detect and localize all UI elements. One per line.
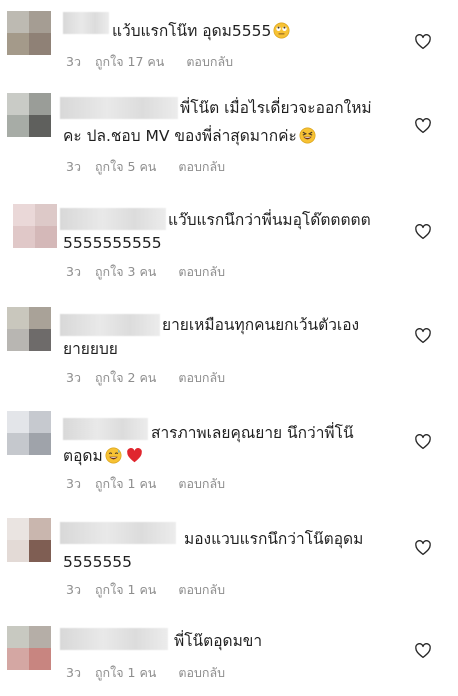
comment-line-1: พี่โน๊ตอุดมขา (174, 632, 263, 650)
heart-icon[interactable] (414, 539, 432, 557)
avatar[interactable] (13, 204, 57, 248)
comment-text: สารภาพเลยคุณยาย นึกว่าพี่โน๊ (151, 421, 354, 445)
likes-count[interactable]: ถูกใจ 1 คน (95, 582, 156, 597)
comment-line-1: ยายเหมือนทุกคนยกเว้นตัวเอง (162, 316, 360, 334)
username-blurred[interactable] (63, 12, 109, 34)
likes-count[interactable]: ถูกใจ 1 คน (95, 665, 156, 680)
comment-meta: 3ว ถูกใจ 17 คน ตอบกลับ (66, 52, 233, 72)
heart-icon[interactable] (414, 33, 432, 51)
comment-line-2: คะ ปล.ชอบ MV ของพี่ล่าสุดมากค่ะ (63, 127, 297, 145)
username-blurred[interactable] (60, 522, 176, 544)
comment-meta: 3ว ถูกใจ 2 คน ตอบกลับ (66, 368, 225, 388)
avatar[interactable] (7, 411, 51, 455)
likes-count[interactable]: ถูกใจ 2 คน (95, 370, 156, 385)
comment-line-2: 5555555 (63, 553, 133, 571)
comment-text: ยายเหมือนทุกคนยกเว้นตัวเอง (162, 313, 359, 337)
comment-meta: 3ว ถูกใจ 1 คน ตอบกลับ (66, 580, 225, 600)
heart-icon[interactable] (414, 327, 432, 345)
comment-time: 3ว (66, 665, 81, 680)
reply-button[interactable]: ตอบกลับ (178, 159, 225, 174)
grinning-squint-emoji-icon (299, 127, 316, 144)
reply-button[interactable]: ตอบกลับ (178, 582, 225, 597)
comment-text: ตอุดม (63, 444, 143, 468)
likes-count[interactable]: ถูกใจ 1 คน (95, 476, 156, 491)
likes-count[interactable]: ถูกใจ 17 คน (95, 54, 164, 69)
comment-time: 3ว (66, 54, 81, 69)
comment-line-2: ยายยบย (63, 340, 118, 358)
rolling-eyes-emoji-icon (273, 22, 290, 39)
avatar[interactable] (7, 518, 51, 562)
username-blurred[interactable] (60, 314, 160, 336)
comment-line-1: แว้บแรกโน๊ท อุดม5555 (112, 22, 272, 40)
likes-count[interactable]: ถูกใจ 5 คน (95, 159, 156, 174)
comment-meta: 3ว ถูกใจ 1 คน ตอบกลับ (66, 663, 225, 683)
avatar[interactable] (7, 626, 51, 670)
comment-text: 5555555555 (63, 231, 162, 255)
comment-line-1: สารภาพเลยคุณยาย นึกว่าพี่โน๊ (151, 424, 354, 442)
username-blurred[interactable] (60, 628, 168, 650)
comment-line-1: แว๊บแรกนึกว่าพี่นมอุโด๊ตตตตต (168, 211, 371, 229)
comment-line-1: มองแวบแรกนึกว่าโน๊ตอุดม (184, 530, 364, 548)
heart-icon[interactable] (414, 223, 432, 241)
likes-count[interactable]: ถูกใจ 3 คน (95, 264, 156, 279)
comment-text: 5555555 (63, 550, 132, 574)
heart-icon[interactable] (414, 642, 432, 660)
reply-button[interactable]: ตอบกลับ (178, 370, 225, 385)
reply-button[interactable]: ตอบกลับ (178, 476, 225, 491)
avatar[interactable] (7, 93, 51, 137)
comment-text: พี่โน๊ต เมื่อไรเดี่ยวจะออกใหม่ (180, 96, 372, 120)
comment-line-2: ตอุดม (63, 447, 103, 465)
comment-text: แว๊บแรกนึกว่าพี่นมอุโด๊ตตตตต (168, 208, 371, 232)
comment-line-2: 5555555555 (63, 234, 162, 252)
reply-button[interactable]: ตอบกลับ (186, 54, 233, 69)
red-heart-emoji-icon (126, 447, 142, 463)
comment-text: คะ ปล.ชอบ MV ของพี่ล่าสุดมากค่ะ (63, 124, 316, 148)
heart-icon[interactable] (414, 117, 432, 135)
comment-time: 3ว (66, 159, 81, 174)
comment-meta: 3ว ถูกใจ 5 คน ตอบกลับ (66, 157, 225, 177)
username-blurred[interactable] (60, 208, 166, 230)
comment-text: พี่โน๊ตอุดมขา (174, 629, 262, 653)
comment-time: 3ว (66, 370, 81, 385)
comment-text: ยายยบย (63, 337, 118, 361)
reply-button[interactable]: ตอบกลับ (178, 665, 225, 680)
comment-time: 3ว (66, 582, 81, 597)
username-blurred[interactable] (60, 97, 178, 119)
comment-text: แว้บแรกโน๊ท อุดม5555 (112, 19, 290, 43)
heart-icon[interactable] (414, 433, 432, 451)
username-blurred[interactable] (63, 418, 148, 440)
grinning-sweat-emoji-icon (105, 447, 122, 464)
comment-time: 3ว (66, 264, 81, 279)
comment-meta: 3ว ถูกใจ 3 คน ตอบกลับ (66, 262, 225, 282)
comment-text: มองแวบแรกนึกว่าโน๊ตอุดม (184, 527, 363, 551)
avatar[interactable] (7, 11, 51, 55)
reply-button[interactable]: ตอบกลับ (178, 264, 225, 279)
comment-line-1: พี่โน๊ต เมื่อไรเดี่ยวจะออกใหม่ (180, 99, 372, 117)
avatar[interactable] (7, 307, 51, 351)
comment-meta: 3ว ถูกใจ 1 คน ตอบกลับ (66, 474, 225, 494)
comment-time: 3ว (66, 476, 81, 491)
